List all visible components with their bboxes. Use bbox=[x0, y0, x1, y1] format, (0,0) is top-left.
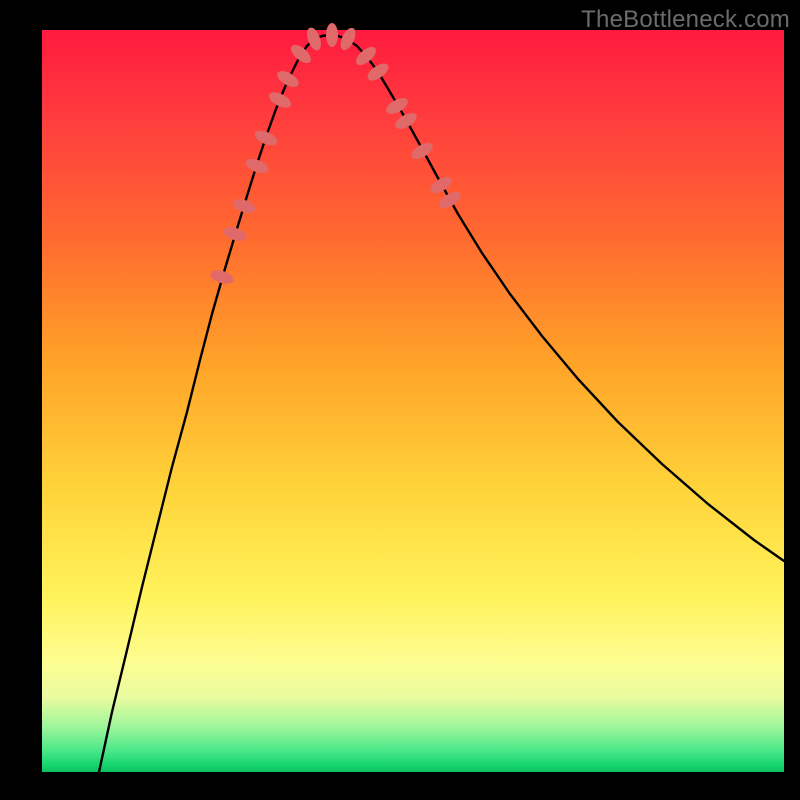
bead-marker-8 bbox=[304, 26, 323, 53]
bead-marker-7 bbox=[288, 42, 314, 67]
bead-marker-3 bbox=[244, 156, 271, 176]
bead-marker-4 bbox=[253, 128, 280, 148]
bead-marker-6 bbox=[275, 68, 302, 90]
bead-marker-15 bbox=[409, 140, 436, 162]
chart-svg bbox=[42, 30, 784, 772]
bead-marker-2 bbox=[231, 196, 258, 215]
chart-markers bbox=[209, 23, 464, 286]
chart-plot-area bbox=[42, 30, 784, 772]
chart-frame: TheBottleneck.com bbox=[0, 0, 800, 800]
bead-marker-10 bbox=[337, 26, 358, 53]
bead-marker-14 bbox=[393, 110, 420, 132]
bead-marker-5 bbox=[267, 89, 294, 111]
series-bottleneck-curve-left bbox=[99, 39, 314, 772]
bead-marker-16 bbox=[428, 174, 455, 197]
bead-marker-12 bbox=[365, 60, 392, 84]
bead-marker-17 bbox=[437, 189, 464, 212]
chart-curves bbox=[99, 35, 784, 772]
watermark-text: TheBottleneck.com bbox=[581, 6, 790, 34]
bead-marker-0 bbox=[209, 268, 235, 286]
bead-marker-13 bbox=[384, 95, 411, 117]
bead-marker-1 bbox=[222, 225, 249, 244]
bead-marker-9 bbox=[326, 23, 338, 47]
